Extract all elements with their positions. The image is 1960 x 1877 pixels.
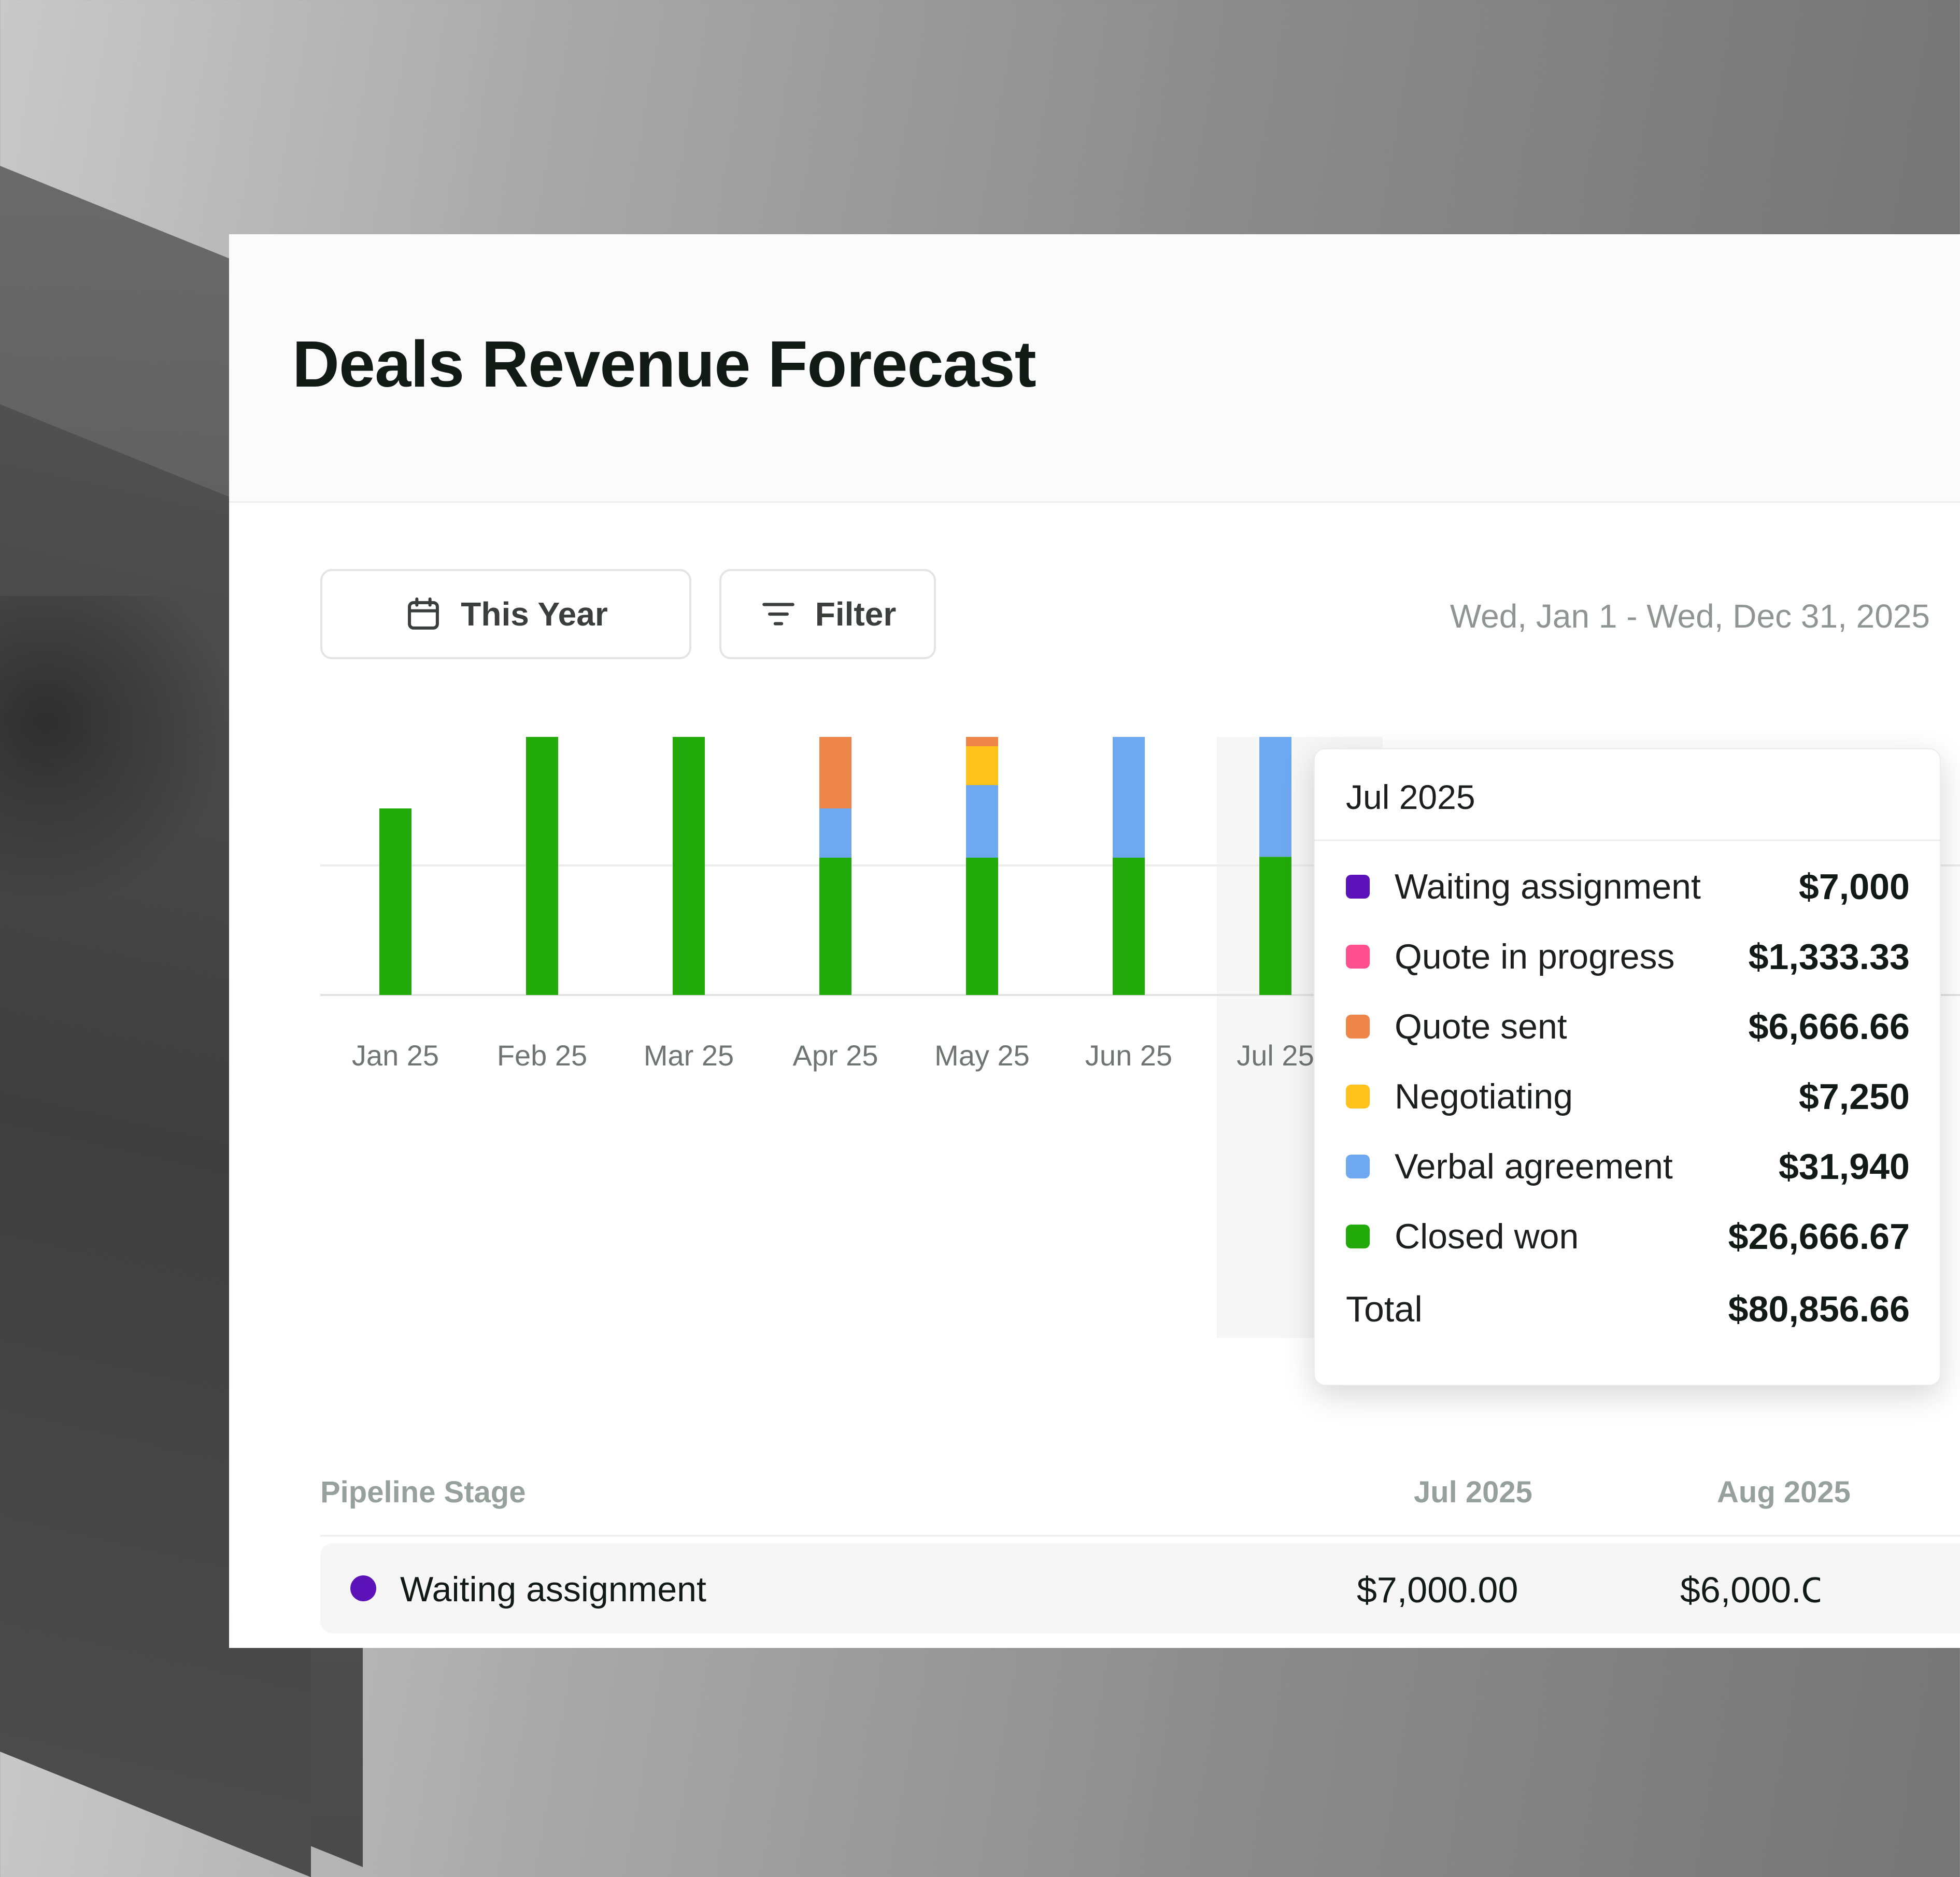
tooltip-row-value: $7,000 bbox=[1798, 866, 1910, 907]
panel-header: Deals Revenue Forecast bbox=[229, 234, 1960, 503]
jul-2025-value: $7,000.00 bbox=[1357, 1570, 1518, 1610]
bar-segment-verbal-agreement[interactable] bbox=[819, 808, 851, 858]
x-tick-label: Jan 25 bbox=[352, 1039, 439, 1072]
tooltip-row-label: Negotiating bbox=[1395, 1077, 1573, 1116]
tooltip-row-value: $26,666.67 bbox=[1728, 1216, 1910, 1257]
tooltip-row: Verbal agreement $31,940 bbox=[1346, 1141, 1910, 1192]
column-header-aug-2025[interactable]: Aug 2025 bbox=[1717, 1475, 1851, 1510]
tooltip-row-label: Quote in progress bbox=[1395, 937, 1675, 976]
table-row[interactable]: Waiting assignment $7,000.00 $6,000.C bbox=[320, 1543, 1960, 1633]
tooltip-row-label: Waiting assignment bbox=[1395, 867, 1701, 906]
tooltip-row: Quote in progress $1,333.33 bbox=[1346, 931, 1910, 983]
forecast-panel: Deals Revenue Forecast This Year Filter … bbox=[229, 234, 1960, 1648]
tooltip-row: Negotiating $7,250 bbox=[1346, 1071, 1910, 1122]
filter-icon bbox=[762, 603, 794, 625]
tooltip-divider bbox=[1315, 840, 1940, 841]
bar-segment-closed-won[interactable] bbox=[1113, 858, 1145, 995]
legend-swatch bbox=[1346, 1085, 1370, 1108]
bar-segment-closed-won[interactable] bbox=[379, 808, 411, 995]
chart-tooltip: Jul 2025 Waiting assignment $7,000 Quote i… bbox=[1314, 748, 1941, 1386]
table-header: Pipeline Stage Jul 2025 Aug 2025 bbox=[320, 1442, 1960, 1537]
x-tick-label: May 25 bbox=[934, 1039, 1030, 1072]
bar-segment-negotiating[interactable] bbox=[966, 746, 998, 785]
stage-name: Waiting assignment bbox=[400, 1570, 706, 1609]
tooltip-row-label: Closed won bbox=[1395, 1217, 1579, 1256]
bar-segment-verbal-agreement[interactable] bbox=[966, 785, 998, 858]
bar-segment-verbal-agreement[interactable] bbox=[1113, 737, 1145, 858]
bar-segment-quote-sent[interactable] bbox=[819, 737, 851, 808]
column-header-jul-2025[interactable]: Jul 2025 bbox=[1414, 1475, 1532, 1510]
period-selector-label: This Year bbox=[461, 595, 608, 633]
tooltip-title: Jul 2025 bbox=[1346, 778, 1475, 816]
bar-segment-quote-sent[interactable] bbox=[966, 737, 998, 746]
bar-segment-verbal-agreement[interactable] bbox=[1259, 737, 1291, 857]
legend-swatch bbox=[1346, 1015, 1370, 1039]
legend-swatch bbox=[1346, 1225, 1370, 1248]
tooltip-row-value: $1,333.33 bbox=[1748, 936, 1910, 977]
x-tick-label: Feb 25 bbox=[497, 1039, 587, 1072]
page-title: Deals Revenue Forecast bbox=[292, 328, 1036, 401]
column-header-stage[interactable]: Pipeline Stage bbox=[320, 1475, 525, 1510]
tooltip-row-value: $7,250 bbox=[1798, 1076, 1910, 1117]
calendar-icon bbox=[408, 597, 439, 630]
tooltip-total-label: Total bbox=[1346, 1289, 1423, 1329]
x-tick-label: Mar 25 bbox=[644, 1039, 734, 1072]
bar-segment-closed-won[interactable] bbox=[966, 858, 998, 995]
tooltip-total-value: $80,856.66 bbox=[1728, 1289, 1910, 1329]
tooltip-row-label: Quote sent bbox=[1395, 1007, 1567, 1046]
aug-2025-value: $6,000.C bbox=[1680, 1570, 1820, 1610]
filter-button[interactable]: Filter bbox=[719, 569, 936, 659]
date-range: Wed, Jan 1 - Wed, Dec 31, 2025 bbox=[1450, 598, 1930, 635]
bar-segment-closed-won[interactable] bbox=[1259, 857, 1291, 995]
bar-segment-closed-won[interactable] bbox=[526, 737, 558, 995]
filter-label: Filter bbox=[815, 595, 897, 633]
tooltip-row: Closed won $26,666.67 bbox=[1346, 1211, 1910, 1262]
legend-swatch bbox=[1346, 945, 1370, 969]
x-tick-label: Jun 25 bbox=[1085, 1039, 1172, 1072]
tooltip-row: Waiting assignment $7,000 bbox=[1346, 861, 1910, 913]
x-tick-label: Apr 25 bbox=[793, 1039, 878, 1072]
legend-swatch bbox=[1346, 1155, 1370, 1178]
tooltip-row-value: $31,940 bbox=[1778, 1146, 1910, 1187]
tooltip-row-value: $6,666.66 bbox=[1748, 1006, 1910, 1047]
tooltip-total-row: Total $80,856.66 bbox=[1346, 1283, 1910, 1335]
stage-color-dot bbox=[350, 1575, 376, 1601]
bar-segment-closed-won[interactable] bbox=[819, 858, 851, 995]
bar-segment-closed-won[interactable] bbox=[673, 737, 705, 995]
background-shadow bbox=[0, 596, 233, 907]
period-selector-button[interactable]: This Year bbox=[320, 569, 691, 659]
tooltip-row-label: Verbal agreement bbox=[1395, 1147, 1673, 1186]
x-tick-label: Jul 25 bbox=[1237, 1039, 1314, 1072]
tooltip-row: Quote sent $6,666.66 bbox=[1346, 1001, 1910, 1053]
legend-swatch bbox=[1346, 875, 1370, 899]
